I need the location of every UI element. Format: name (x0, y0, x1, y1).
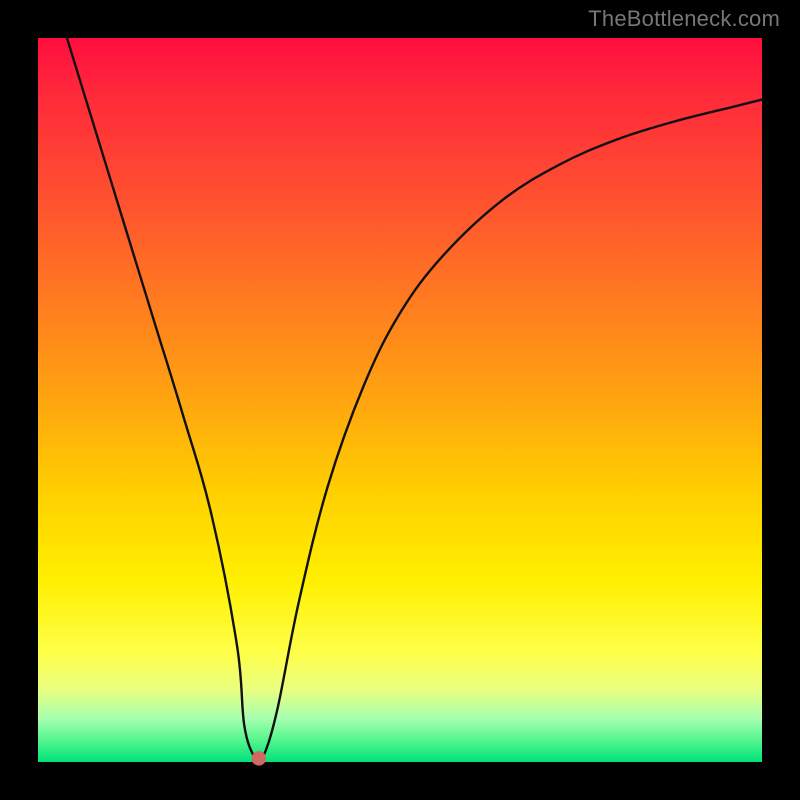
watermark-text: TheBottleneck.com (588, 6, 780, 32)
chart-frame: TheBottleneck.com (0, 0, 800, 800)
plot-area (38, 38, 762, 762)
bottleneck-curve (67, 38, 762, 764)
curve-layer (38, 38, 762, 762)
minimum-marker (252, 751, 266, 765)
